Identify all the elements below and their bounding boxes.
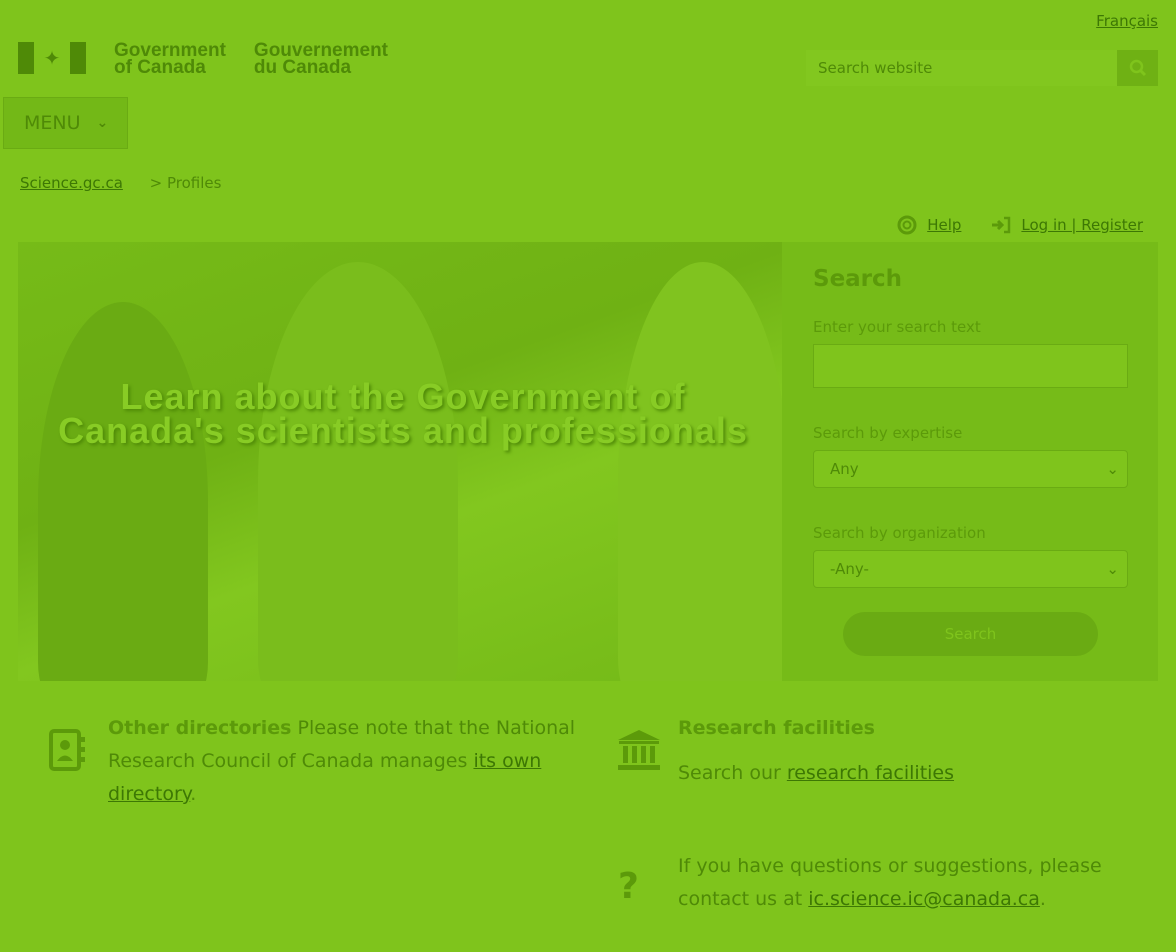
organization-value: -Any- xyxy=(830,560,869,578)
search-text-label: Enter your search text xyxy=(813,318,981,336)
research-facilities-block: Research facilities Search our research … xyxy=(678,712,1138,790)
logo-wordmark-fr: Gouvernement du Canada xyxy=(253,40,389,78)
breadcrumb-current: > Profiles xyxy=(149,174,222,192)
language-toggle-link[interactable]: Français xyxy=(1096,12,1158,30)
utility-links: Help Log in | Register xyxy=(897,215,1143,235)
hero-title: Learn about the Government of Canada's s… xyxy=(58,376,748,451)
expertise-value: Any xyxy=(830,460,859,478)
life-ring-icon xyxy=(897,215,917,235)
help-link[interactable]: Help xyxy=(897,215,961,235)
site-search xyxy=(806,50,1158,86)
chevron-down-icon: ⌄ xyxy=(1106,460,1119,478)
contact-block: If you have questions or suggestions, pl… xyxy=(678,850,1148,916)
help-label: Help xyxy=(927,216,962,234)
menu-button[interactable]: MENU ⌄ xyxy=(3,97,128,149)
research-facilities-text: Search our xyxy=(678,762,787,784)
address-book-icon xyxy=(48,728,86,776)
other-directories-end: . xyxy=(190,783,197,805)
research-facilities-title: Research facilities xyxy=(678,717,875,739)
search-submit-button[interactable]: Search xyxy=(843,612,1098,656)
expertise-select[interactable]: Any ⌄ xyxy=(813,450,1128,488)
question-icon: ? xyxy=(618,866,639,907)
login-register-link[interactable]: Log in | Register xyxy=(991,215,1143,235)
search-text-input[interactable] xyxy=(813,344,1128,388)
chevron-down-icon: ⌄ xyxy=(96,115,109,131)
search-icon xyxy=(1129,59,1146,77)
hero-banner: Learn about the Government of Canada's s… xyxy=(18,242,1158,681)
canada-flag-icon: ✦ xyxy=(18,42,86,74)
expertise-label: Search by expertise xyxy=(813,424,963,442)
search-form-title: Search xyxy=(813,266,903,292)
contact-end: . xyxy=(1039,888,1046,910)
profile-search-form: Search Enter your search text Search by … xyxy=(813,266,1128,656)
logo-wordmark-en: Government of Canada xyxy=(114,40,226,78)
breadcrumb-home-link[interactable]: Science.gc.ca xyxy=(20,174,123,192)
organization-label: Search by organization xyxy=(813,524,986,542)
research-facilities-link[interactable]: research facilities xyxy=(787,762,954,784)
sign-in-icon xyxy=(992,216,1011,234)
other-directories-block: Other directories Please note that the N… xyxy=(108,712,578,811)
organization-select[interactable]: -Any- ⌄ xyxy=(813,550,1128,588)
site-search-input[interactable] xyxy=(806,50,1117,86)
institution-icon xyxy=(617,729,661,775)
menu-label: MENU xyxy=(24,112,81,134)
breadcrumb: Science.gc.ca > Profiles xyxy=(20,174,221,192)
government-of-canada-logo[interactable]: ✦ Government of Canada Gouvernement du Can… xyxy=(18,40,389,78)
site-search-button[interactable] xyxy=(1117,50,1158,86)
chevron-down-icon: ⌄ xyxy=(1106,560,1119,578)
contact-email-link[interactable]: ic.science.ic@canada.ca xyxy=(808,888,1040,910)
scientists-photo: Learn about the Government of Canada's s… xyxy=(18,242,782,681)
other-directories-title: Other directories xyxy=(108,717,292,739)
login-label: Log in | Register xyxy=(1021,216,1143,234)
